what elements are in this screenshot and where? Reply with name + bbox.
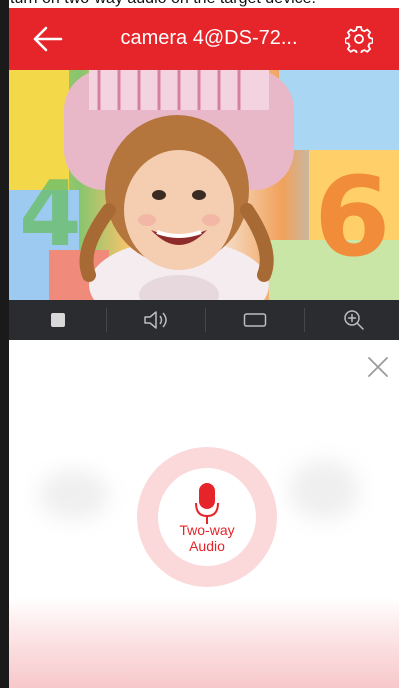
page-title: camera 4@DS-72... <box>120 27 298 49</box>
two-way-audio-panel: Two-way Audio <box>9 340 399 688</box>
stop-icon <box>50 313 65 327</box>
microphone-icon <box>195 483 219 525</box>
video-toolbar <box>9 300 399 340</box>
settings-button[interactable] <box>344 25 374 56</box>
background-blur <box>289 460 359 520</box>
arrow-left-icon <box>33 26 63 52</box>
svg-text:6: 6 <box>314 153 391 281</box>
back-button[interactable] <box>31 24 65 54</box>
two-way-audio-label: Two-way Audio <box>179 522 235 554</box>
background-blur <box>39 470 109 520</box>
header-bar: camera 4@DS-72... <box>9 8 399 70</box>
zoom-in-icon <box>343 310 364 330</box>
window-icon <box>243 313 266 327</box>
speaker-icon <box>143 311 167 329</box>
window-button[interactable] <box>206 300 303 340</box>
svg-text:4: 4 <box>19 162 82 267</box>
close-icon <box>368 357 388 377</box>
gear-icon <box>344 26 374 56</box>
live-video-view[interactable]: 4 6 <box>9 70 399 300</box>
stop-button[interactable] <box>9 300 106 340</box>
close-button[interactable] <box>365 354 391 380</box>
audio-button[interactable] <box>107 300 204 340</box>
live-camera-feed: 4 6 <box>9 70 399 300</box>
caption-fragment: turn on two-way audio on the target devi… <box>0 0 399 8</box>
zoom-button[interactable] <box>305 300 399 340</box>
